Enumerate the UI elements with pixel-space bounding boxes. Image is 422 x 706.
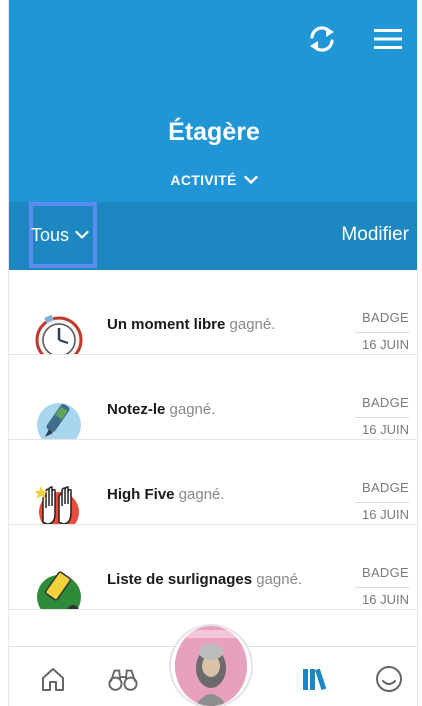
highlighter-badge-icon xyxy=(37,571,81,609)
item-date: 16 JUIN xyxy=(355,502,409,522)
item-verb: gagné. xyxy=(229,316,276,333)
modify-button[interactable]: Modifier xyxy=(341,224,409,246)
chevron-down-icon xyxy=(243,175,258,184)
activity-dropdown-label: ACTIVITÉ xyxy=(170,172,237,188)
list-item[interactable]: Un moment libre gagné. BADGE 16 JUIN xyxy=(9,270,417,355)
binoculars-icon[interactable] xyxy=(107,663,139,695)
hamburger-menu-icon[interactable] xyxy=(371,22,405,56)
item-kind: BADGE xyxy=(361,480,409,495)
item-verb: gagné. xyxy=(169,401,216,418)
list-item[interactable]: Notez-le gagné. BADGE 16 JUIN xyxy=(9,355,417,440)
book-cover-image xyxy=(175,626,247,706)
item-date: 16 JUIN xyxy=(355,587,409,607)
list-item[interactable]: High Five gagné. BADGE 16 JUIN xyxy=(9,440,417,525)
item-title: Notez-le xyxy=(107,401,166,418)
item-date: 16 JUIN xyxy=(355,332,409,352)
item-date: 16 JUIN xyxy=(355,417,409,437)
high-five-badge-icon xyxy=(35,486,79,524)
filter-selected-label: Tous xyxy=(31,224,70,245)
pen-badge-icon xyxy=(37,403,81,439)
header-actions xyxy=(305,22,405,56)
item-title: High Five xyxy=(107,486,175,503)
item-title: Un moment libre xyxy=(107,316,226,333)
filter-bar: Tous Modifier xyxy=(9,202,417,270)
header: Étagère ACTIVITÉ xyxy=(9,0,417,202)
list-item[interactable]: Liste de surlignages gagné. BADGE 16 JUI… xyxy=(9,525,417,610)
library-icon[interactable] xyxy=(299,663,331,695)
current-book-cover[interactable] xyxy=(169,624,253,706)
item-kind: BADGE xyxy=(361,565,409,580)
page-title: Étagère xyxy=(168,118,260,146)
item-kind: BADGE xyxy=(361,310,409,325)
home-icon[interactable] xyxy=(37,663,69,695)
filter-dropdown[interactable]: Tous xyxy=(29,202,97,268)
app-screen: Étagère ACTIVITÉ Tous Modifier Un moment… xyxy=(8,0,418,706)
sync-icon[interactable] xyxy=(305,22,339,56)
chevron-down-icon xyxy=(75,230,89,239)
list-item-text: Un moment libre gagné. xyxy=(107,316,275,333)
item-verb: gagné. xyxy=(256,571,303,588)
list-item-text: High Five gagné. xyxy=(107,486,225,503)
item-title: Liste de surlignages xyxy=(107,571,253,588)
activity-dropdown[interactable]: ACTIVITÉ xyxy=(9,172,417,188)
clock-badge-icon xyxy=(35,314,83,354)
list-item-text: Liste de surlignages gagné. xyxy=(107,571,302,588)
profile-icon[interactable] xyxy=(373,663,405,695)
item-kind: BADGE xyxy=(361,395,409,410)
item-verb: gagné. xyxy=(178,486,225,503)
list-item-text: Notez-le gagné. xyxy=(107,401,215,418)
activity-list: Un moment libre gagné. BADGE 16 JUIN Not… xyxy=(9,270,417,610)
